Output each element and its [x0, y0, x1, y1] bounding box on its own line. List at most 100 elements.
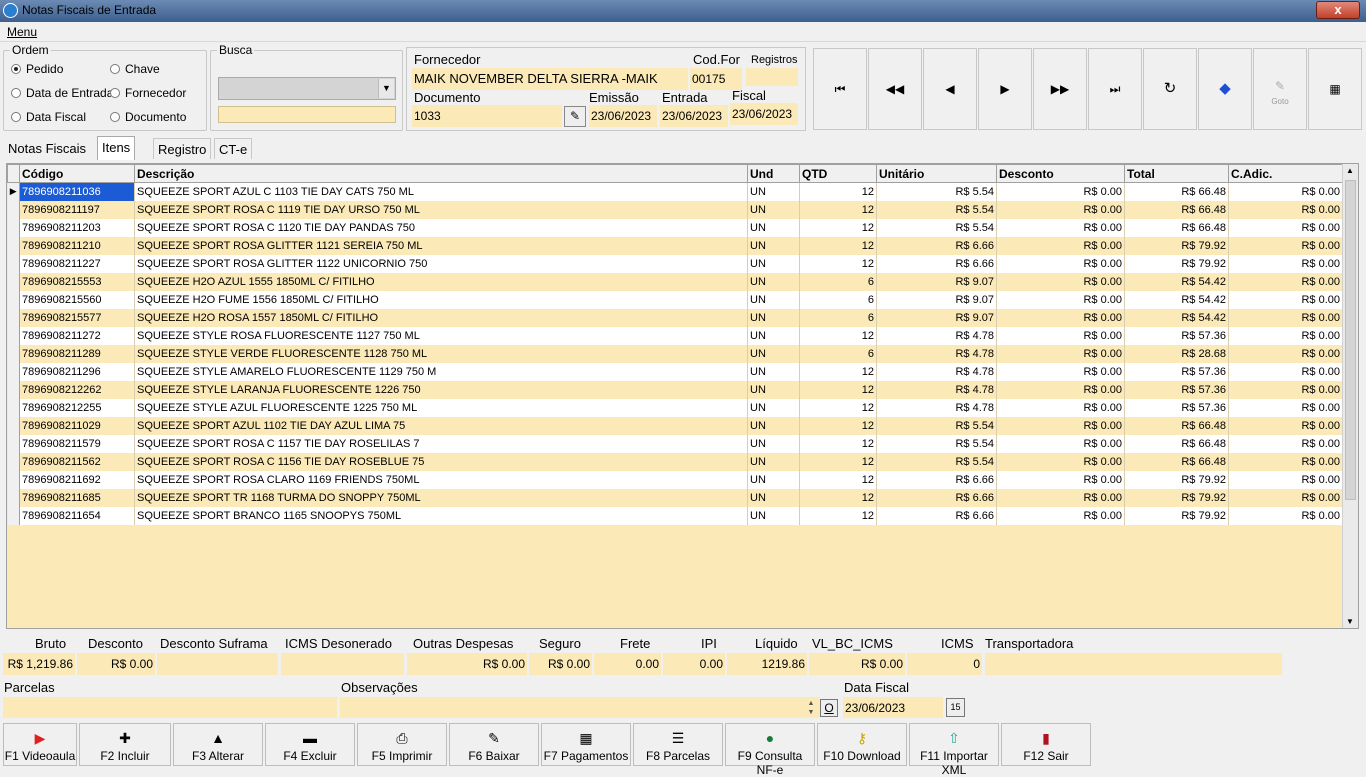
table-cell[interactable]: R$ 4.78 — [876, 344, 997, 363]
table-row[interactable]: 7896908211562 SQUEEZE SPORT ROSA C 1156 T… — [7, 452, 1343, 471]
table-cell[interactable]: 12 — [799, 380, 877, 399]
table-cell[interactable]: R$ 9.07 — [876, 290, 997, 309]
column-header[interactable]: Código — [19, 164, 135, 183]
function-button-1[interactable]: ▶ F1 Videoaula — [3, 723, 77, 766]
table-cell[interactable]: R$ 0.00 — [996, 434, 1125, 453]
table-cell[interactable]: SQUEEZE SPORT BRANCO 1165 SNOOPYS 750ML — [134, 506, 748, 525]
table-cell[interactable]: 7896908211692 — [19, 470, 135, 489]
table-cell[interactable]: R$ 0.00 — [996, 182, 1125, 201]
table-row[interactable]: 7896908215577 SQUEEZE H2O ROSA 1557 1850M… — [7, 308, 1343, 327]
table-row[interactable]: 7896908212255 SQUEEZE STYLE AZUL FLUORESC… — [7, 398, 1343, 417]
table-cell[interactable]: R$ 79.92 — [1124, 488, 1229, 507]
table-cell[interactable]: R$ 0.00 — [996, 236, 1125, 255]
table-cell[interactable]: R$ 5.54 — [876, 452, 997, 471]
radio-data-entrada[interactable]: Data de Entrada — [11, 86, 113, 100]
table-cell[interactable]: UN — [747, 218, 800, 237]
table-cell[interactable]: 12 — [799, 218, 877, 237]
table-cell[interactable]: R$ 57.36 — [1124, 398, 1229, 417]
column-header[interactable]: QTD — [799, 164, 877, 183]
table-cell[interactable]: 12 — [799, 236, 877, 255]
table-cell[interactable]: R$ 4.78 — [876, 326, 997, 345]
tag-button[interactable]: ◆ — [1198, 48, 1252, 130]
table-cell[interactable]: UN — [747, 434, 800, 453]
table-cell[interactable]: 7896908211685 — [19, 488, 135, 507]
emissao-field[interactable]: 23/06/2023 — [589, 105, 657, 127]
table-cell[interactable]: R$ 66.48 — [1124, 452, 1229, 471]
busca-select[interactable]: ▼ — [218, 77, 396, 100]
table-cell[interactable]: R$ 4.78 — [876, 398, 997, 417]
radio-documento[interactable]: Documento — [110, 110, 186, 124]
table-cell[interactable]: R$ 0.00 — [1228, 272, 1343, 291]
table-cell[interactable]: R$ 0.00 — [1228, 380, 1343, 399]
function-button-4[interactable]: ▬ F4 Excluir — [265, 723, 355, 766]
table-row[interactable]: 7896908212262 SQUEEZE STYLE LARANJA FLUOR… — [7, 380, 1343, 399]
table-cell[interactable]: 7896908211296 — [19, 362, 135, 381]
table-cell[interactable]: R$ 5.54 — [876, 434, 997, 453]
table-cell[interactable]: 12 — [799, 398, 877, 417]
fornecedor-field[interactable]: MAIK NOVEMBER DELTA SIERRA -MAIK — [412, 68, 688, 90]
documento-field[interactable]: 1033 — [412, 105, 562, 127]
function-button-12[interactable]: ▮ F12 Sair — [1001, 723, 1091, 766]
table-row[interactable]: 7896908211029 SQUEEZE SPORT AZUL 1102 TIE… — [7, 416, 1343, 435]
table-cell[interactable]: R$ 6.66 — [876, 488, 997, 507]
tab-itens[interactable]: Itens — [97, 136, 136, 160]
calculator-button[interactable]: ▦ — [1308, 48, 1362, 130]
table-row[interactable]: 7896908211197 SQUEEZE SPORT ROSA C 1119 T… — [7, 200, 1343, 219]
table-cell[interactable]: 7896908211029 — [19, 416, 135, 435]
table-cell[interactable]: R$ 0.00 — [1228, 218, 1343, 237]
table-cell[interactable]: SQUEEZE SPORT ROSA GLITTER 1122 UNICORNI… — [134, 254, 748, 273]
table-cell[interactable]: UN — [747, 362, 800, 381]
table-cell[interactable]: R$ 66.48 — [1124, 200, 1229, 219]
table-cell[interactable]: R$ 0.00 — [996, 488, 1125, 507]
table-cell[interactable]: R$ 0.00 — [996, 200, 1125, 219]
table-cell[interactable]: SQUEEZE SPORT AZUL C 1103 TIE DAY CATS 7… — [134, 182, 748, 201]
tab-notas-fiscais[interactable]: Notas Fiscais — [4, 138, 90, 159]
prev-page-button[interactable]: ◀◀ — [868, 48, 922, 130]
column-header[interactable]: Unitário — [876, 164, 997, 183]
first-record-button[interactable]: ⏮ — [813, 48, 867, 130]
close-button[interactable]: x — [1316, 1, 1360, 19]
table-cell[interactable]: 7896908211227 — [19, 254, 135, 273]
table-row[interactable]: 7896908211685 SQUEEZE SPORT TR 1168 TURMA… — [7, 488, 1343, 507]
function-button-5[interactable]: ⎙ F5 Imprimir — [357, 723, 447, 766]
table-cell[interactable]: 12 — [799, 488, 877, 507]
table-cell[interactable]: R$ 6.66 — [876, 254, 997, 273]
table-cell[interactable]: R$ 0.00 — [996, 362, 1125, 381]
table-cell[interactable]: 7896908211579 — [19, 434, 135, 453]
table-cell[interactable]: 7896908211203 — [19, 218, 135, 237]
table-cell[interactable]: 7896908212262 — [19, 380, 135, 399]
table-cell[interactable]: R$ 0.00 — [996, 506, 1125, 525]
table-cell[interactable]: SQUEEZE SPORT AZUL 1102 TIE DAY AZUL LIM… — [134, 416, 748, 435]
table-cell[interactable]: R$ 66.48 — [1124, 218, 1229, 237]
goto-button[interactable]: ✎ Goto — [1253, 48, 1307, 130]
table-cell[interactable]: R$ 54.42 — [1124, 308, 1229, 327]
table-cell[interactable]: R$ 0.00 — [1228, 308, 1343, 327]
table-cell[interactable]: R$ 0.00 — [996, 254, 1125, 273]
table-cell[interactable]: R$ 6.66 — [876, 236, 997, 255]
function-button-11[interactable]: ⇧ F11 Importar XML — [909, 723, 999, 777]
transportadora-field[interactable] — [985, 653, 1282, 675]
column-header[interactable]: Descrição — [134, 164, 748, 183]
table-row[interactable]: 7896908215560 SQUEEZE H2O FUME 1556 1850M… — [7, 290, 1343, 309]
table-cell[interactable]: UN — [747, 398, 800, 417]
data-fiscal-field[interactable]: 23/06/2023 — [843, 697, 943, 718]
table-cell[interactable]: 7896908211272 — [19, 326, 135, 345]
table-cell[interactable]: R$ 4.78 — [876, 362, 997, 381]
refresh-button[interactable]: ↻ — [1143, 48, 1197, 130]
table-cell[interactable]: SQUEEZE STYLE LARANJA FLUORESCENTE 1226 … — [134, 380, 748, 399]
table-cell[interactable]: R$ 79.92 — [1124, 254, 1229, 273]
table-cell[interactable]: SQUEEZE SPORT ROSA C 1120 TIE DAY PANDAS… — [134, 218, 748, 237]
table-cell[interactable]: UN — [747, 200, 800, 219]
function-button-3[interactable]: ▲ F3 Alterar — [173, 723, 263, 766]
table-cell[interactable]: R$ 0.00 — [996, 218, 1125, 237]
table-cell[interactable]: R$ 0.00 — [996, 398, 1125, 417]
table-cell[interactable]: R$ 0.00 — [996, 272, 1125, 291]
table-cell[interactable]: UN — [747, 254, 800, 273]
table-cell[interactable]: UN — [747, 290, 800, 309]
table-cell[interactable]: SQUEEZE SPORT TR 1168 TURMA DO SNOPPY 75… — [134, 488, 748, 507]
table-row[interactable]: 7896908211692 SQUEEZE SPORT ROSA CLARO 11… — [7, 470, 1343, 489]
table-row[interactable]: 7896908211296 SQUEEZE STYLE AMARELO FLUOR… — [7, 362, 1343, 381]
table-cell[interactable]: SQUEEZE SPORT ROSA CLARO 1169 FRIENDS 75… — [134, 470, 748, 489]
table-cell[interactable]: 6 — [799, 308, 877, 327]
table-cell[interactable]: 7896908215577 — [19, 308, 135, 327]
